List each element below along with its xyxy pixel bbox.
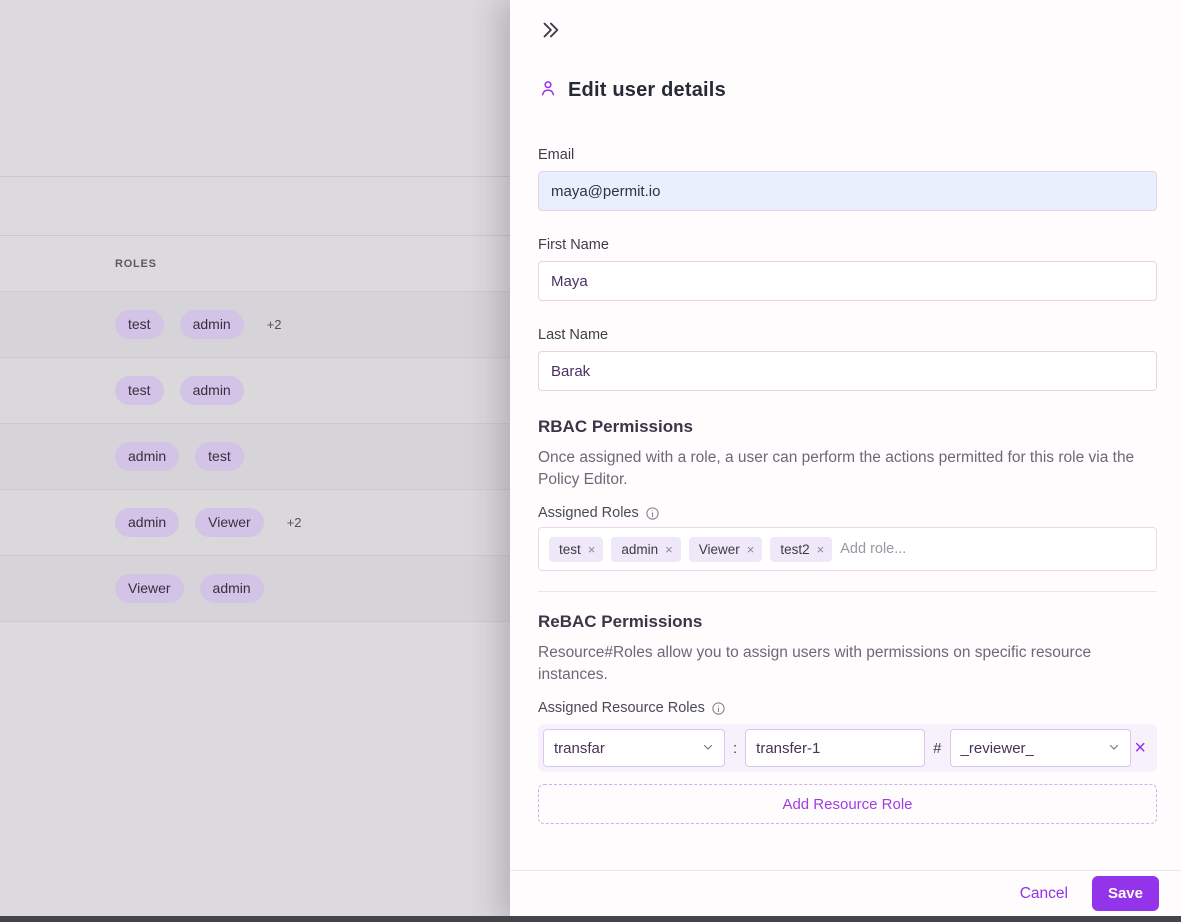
background-page: ROLES test admin +2 test admin admin tes… xyxy=(0,0,510,922)
first-name-field-group: First Name xyxy=(538,237,1157,301)
assigned-roles-label-row: Assigned Roles xyxy=(538,505,1157,521)
user-icon xyxy=(538,78,558,103)
info-icon[interactable] xyxy=(645,506,660,521)
chevron-down-icon xyxy=(702,740,714,757)
chevron-down-icon xyxy=(1108,740,1120,757)
rbac-description: Once assigned with a role, a user can pe… xyxy=(538,447,1157,491)
add-resource-role-button[interactable]: Add Resource Role xyxy=(538,784,1157,824)
role-tag: test xyxy=(195,442,244,471)
bottom-edge-bar xyxy=(0,916,1181,922)
drawer-title: Edit user details xyxy=(568,79,726,102)
resource-select[interactable]: transfar xyxy=(543,729,725,767)
role-tag: admin xyxy=(115,508,179,537)
resource-instance-input[interactable] xyxy=(745,729,925,767)
roles-column-label: ROLES xyxy=(115,258,157,270)
role-chip: admin × xyxy=(611,537,680,562)
resource-role-row: transfar : # _reviewer_ × xyxy=(538,724,1157,772)
first-name-label: First Name xyxy=(538,237,1157,253)
divider xyxy=(0,176,510,177)
role-chip-label: admin xyxy=(621,542,658,557)
collapse-drawer-icon[interactable] xyxy=(538,18,562,42)
table-row: Viewer admin xyxy=(0,555,510,621)
resource-role-select[interactable]: _reviewer_ xyxy=(950,729,1131,767)
role-chip-label: test2 xyxy=(780,542,809,557)
first-name-field[interactable] xyxy=(538,261,1157,301)
remove-role-icon[interactable]: × xyxy=(817,543,825,556)
last-name-label: Last Name xyxy=(538,327,1157,343)
role-tag: test xyxy=(115,310,164,339)
more-roles-count: +2 xyxy=(287,515,302,530)
add-role-input[interactable] xyxy=(840,541,1146,557)
email-field[interactable] xyxy=(538,171,1157,211)
roles-column-header: ROLES xyxy=(0,235,510,291)
role-tag: admin xyxy=(115,442,179,471)
assigned-resource-roles-label-row: Assigned Resource Roles xyxy=(538,700,1157,716)
users-table: ROLES test admin +2 test admin admin tes… xyxy=(0,235,510,622)
rebac-description: Resource#Roles allow you to assign users… xyxy=(538,642,1157,686)
assigned-roles-multiselect[interactable]: test × admin × Viewer × test2 × xyxy=(538,527,1157,571)
email-field-group: Email xyxy=(538,147,1157,211)
role-chip: test2 × xyxy=(770,537,832,562)
remove-role-icon[interactable]: × xyxy=(665,543,673,556)
role-chip: Viewer × xyxy=(689,537,763,562)
last-name-field[interactable] xyxy=(538,351,1157,391)
role-tag: admin xyxy=(180,376,244,405)
more-roles-count: +2 xyxy=(267,317,282,332)
role-tag: Viewer xyxy=(115,574,184,603)
remove-role-icon[interactable]: × xyxy=(588,543,596,556)
save-button[interactable]: Save xyxy=(1092,876,1159,911)
resource-role-select-value: _reviewer_ xyxy=(961,740,1034,757)
assigned-resource-roles-label: Assigned Resource Roles xyxy=(538,700,705,716)
colon-separator: : xyxy=(733,740,737,757)
role-chip: test × xyxy=(549,537,603,562)
hash-separator: # xyxy=(933,740,941,757)
table-row: admin Viewer +2 xyxy=(0,489,510,555)
email-label: Email xyxy=(538,147,1157,163)
drawer-header: Edit user details xyxy=(538,78,1157,103)
role-tag: Viewer xyxy=(195,508,264,537)
last-name-field-group: Last Name xyxy=(538,327,1157,391)
role-chip-label: Viewer xyxy=(699,542,740,557)
rbac-heading: RBAC Permissions xyxy=(538,417,1157,437)
assigned-roles-label: Assigned Roles xyxy=(538,505,639,521)
edit-user-drawer: Edit user details Email First Name Last … xyxy=(510,0,1181,922)
resource-select-value: transfar xyxy=(554,740,605,757)
table-row: test admin +2 xyxy=(0,291,510,357)
divider xyxy=(538,591,1157,592)
role-tag: admin xyxy=(180,310,244,339)
role-tag: test xyxy=(115,376,164,405)
role-tag: admin xyxy=(200,574,264,603)
rebac-heading: ReBAC Permissions xyxy=(538,612,1157,632)
info-icon[interactable] xyxy=(711,701,726,716)
role-chip-label: test xyxy=(559,542,581,557)
table-row: admin test xyxy=(0,423,510,489)
cancel-button[interactable]: Cancel xyxy=(1020,885,1068,903)
remove-role-icon[interactable]: × xyxy=(747,543,755,556)
table-row: test admin xyxy=(0,357,510,423)
remove-resource-role-icon[interactable]: × xyxy=(1134,738,1146,758)
drawer-footer: Cancel Save xyxy=(510,870,1181,916)
